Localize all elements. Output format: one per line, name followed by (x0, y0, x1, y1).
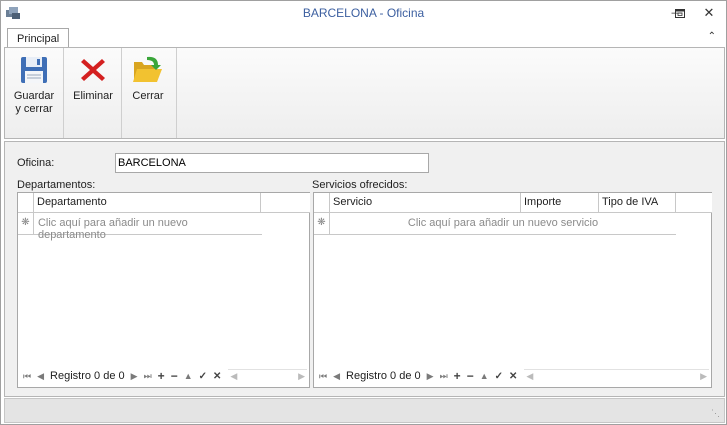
folder-open-icon (133, 56, 162, 82)
ribbon-panel: Guardar y cerrar Eliminar Cerrar (4, 47, 725, 139)
record-counter: Registro 0 de 0 (50, 370, 125, 382)
guardar-y-cerrar-button[interactable]: Guardar y cerrar (11, 54, 57, 116)
close-button[interactable]: ✕ (697, 4, 721, 22)
scroll-left-icon[interactable]: ◀ (526, 371, 533, 382)
scroll-right-icon[interactable]: ▶ (700, 371, 707, 382)
row-indicator-header (18, 193, 34, 212)
save-record-icon[interactable]: ✓ (199, 371, 207, 382)
grid-header: Servicio Importe Tipo de IVA (314, 193, 712, 213)
eliminar-button[interactable]: Eliminar (68, 54, 118, 103)
eliminar-label: Eliminar (73, 90, 113, 102)
cancel-record-icon[interactable]: ✕ (509, 371, 517, 382)
remove-record-icon[interactable]: − (171, 369, 178, 383)
column-header-servicio[interactable]: Servicio (330, 193, 521, 212)
first-record-icon[interactable]: ⏮ (23, 371, 31, 382)
title-bar: BARCELONA - Oficina — ✕ (1, 1, 726, 25)
column-header-departamento[interactable]: Departamento (34, 193, 261, 212)
row-indicator-header (314, 193, 330, 212)
column-header-importe[interactable]: Importe (521, 193, 599, 212)
oficina-input[interactable]: BARCELONA (115, 153, 429, 173)
scroll-left-icon[interactable]: ◀ (230, 371, 237, 382)
next-record-icon[interactable]: ▶ (131, 371, 138, 382)
edit-record-icon[interactable]: ▲ (184, 371, 193, 381)
cerrar-label: Cerrar (132, 90, 164, 102)
new-row[interactable]: ❋ Clic aquí para añadir un nuevo departa… (18, 213, 262, 241)
resize-grip-icon[interactable]: ⋱ (711, 408, 720, 419)
new-row[interactable]: ❋ Clic aquí para añadir un nuevo servici… (314, 213, 676, 235)
guardar-label-line1: Guardar (13, 90, 55, 102)
empty-header (261, 193, 310, 212)
remove-record-icon[interactable]: − (467, 369, 474, 383)
cerrar-button[interactable]: Cerrar (126, 54, 170, 103)
grid-navigator: ⏮ ◀ Registro 0 de 0 ▶ ⏭ + − ▲ ✓ ✕ ◀ ▶ (20, 367, 307, 385)
empty-header (676, 193, 712, 212)
ribbon-separator (121, 48, 122, 138)
prev-record-icon[interactable]: ◀ (333, 371, 340, 382)
red-x-icon (81, 59, 105, 81)
cancel-record-icon[interactable]: ✕ (213, 371, 221, 382)
new-row-indicator-icon: ❋ (314, 213, 330, 234)
restore-button-visual[interactable] (668, 4, 692, 22)
last-record-icon[interactable]: ⏭ (144, 371, 152, 382)
add-record-icon[interactable]: + (158, 369, 165, 383)
new-row-text: Clic aquí para añadir un nuevo departame… (37, 217, 188, 241)
column-header-tipo-iva[interactable]: Tipo de IVA (599, 193, 676, 212)
grid-navigator: ⏮ ◀ Registro 0 de 0 ▶ ⏭ + − ▲ ✓ ✕ ◀ ▶ (316, 367, 709, 385)
ribbon-separator (176, 48, 177, 138)
add-record-icon[interactable]: + (454, 369, 461, 383)
next-record-icon[interactable]: ▶ (427, 371, 434, 382)
oficina-label: Oficina: (17, 157, 55, 169)
new-row-indicator-icon: ❋ (18, 213, 34, 234)
prev-record-icon[interactable]: ◀ (37, 371, 44, 382)
scroll-right-icon[interactable]: ▶ (298, 371, 305, 382)
ribbon-separator (63, 48, 64, 138)
edit-record-icon[interactable]: ▲ (480, 371, 489, 381)
tab-principal[interactable]: Principal (7, 28, 70, 49)
grid-header: Departamento (18, 193, 310, 213)
guardar-label-line2: y cerrar (15, 103, 53, 115)
servicios-label: Servicios ofrecidos: (312, 179, 408, 191)
status-bar: ⋱ (4, 398, 725, 423)
floppy-disk-icon (21, 57, 47, 83)
record-counter: Registro 0 de 0 (346, 370, 421, 382)
horizontal-scrollbar[interactable]: ◀ ▶ (228, 369, 307, 383)
close-icon: ✕ (703, 5, 715, 20)
horizontal-scrollbar[interactable]: ◀ ▶ (524, 369, 709, 383)
first-record-icon[interactable]: ⏮ (319, 371, 327, 382)
restore-icon (675, 8, 685, 18)
last-record-icon[interactable]: ⏭ (440, 371, 448, 382)
application-window: BARCELONA - Oficina — ✕ Principal ⌃ Guar… (0, 0, 727, 425)
form-content: Oficina: BARCELONA Departamentos: Servic… (4, 141, 725, 397)
new-row-text: Clic aquí para añadir un nuevo servicio (407, 217, 599, 229)
departamentos-label: Departamentos: (17, 179, 96, 191)
window-title: BARCELONA - Oficina (302, 6, 425, 20)
ribbon-tab-strip: Principal ⌃ (1, 25, 726, 49)
servicios-grid[interactable]: Servicio Importe Tipo de IVA ❋ Clic aquí… (313, 192, 712, 388)
departamentos-grid[interactable]: Departamento ❋ Clic aquí para añadir un … (17, 192, 310, 388)
collapse-ribbon-icon[interactable]: ⌃ (708, 31, 716, 42)
save-record-icon[interactable]: ✓ (495, 371, 503, 382)
